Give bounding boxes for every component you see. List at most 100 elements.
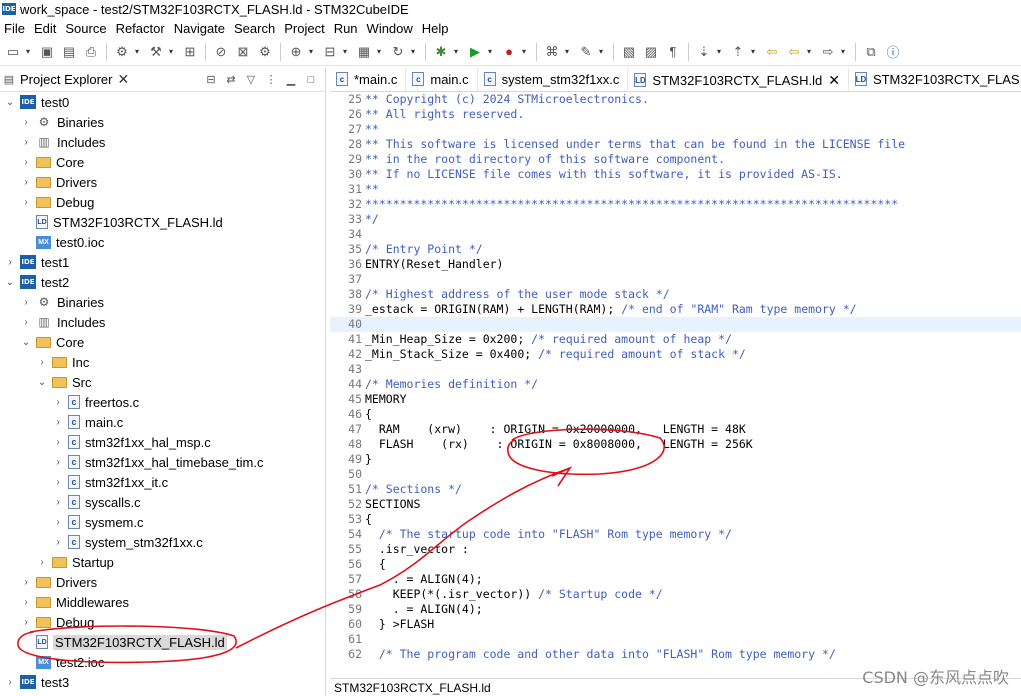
settings-icon[interactable]: ⚙ <box>113 43 131 61</box>
chevron-down-icon[interactable]: ▾ <box>341 47 349 56</box>
minimize-icon[interactable]: ▁ <box>283 72 299 88</box>
chevron-right-icon[interactable]: › <box>20 157 32 168</box>
chevron-right-icon[interactable]: › <box>20 617 32 628</box>
open-perspective-icon[interactable]: ⧉ <box>862 43 880 61</box>
chevron-down-icon[interactable]: ▾ <box>715 47 723 56</box>
pilcrow-icon[interactable]: ¶ <box>664 43 682 61</box>
chevron-down-icon[interactable]: ⌄ <box>4 97 16 108</box>
tree-item[interactable]: › c stm32f1xx_hal_timebase_tim.c <box>0 452 326 472</box>
toggle-mark-icon[interactable]: ▧ <box>620 43 638 61</box>
tree-item[interactable]: ⌄ IDE test2 <box>0 272 326 292</box>
chevron-right-icon[interactable]: › <box>20 177 32 188</box>
menu-edit[interactable]: Edit <box>30 21 61 36</box>
tab-project-explorer[interactable]: ▤ Project Explorer ✕ <box>0 68 135 92</box>
chevron-down-icon[interactable]: ▾ <box>452 47 460 56</box>
menu-refactor[interactable]: Refactor <box>112 21 170 36</box>
code-view[interactable]: 25 ** Copyright (c) 2024 STMicroelectroni… <box>330 92 1021 678</box>
chevron-down-icon[interactable]: ▾ <box>24 47 32 56</box>
link-editor-icon[interactable]: ⇄ <box>223 72 239 88</box>
chevron-right-icon[interactable]: › <box>52 417 64 428</box>
chevron-down-icon[interactable]: ▾ <box>375 47 383 56</box>
chevron-right-icon[interactable]: › <box>20 317 32 328</box>
chevron-right-icon[interactable]: › <box>20 137 32 148</box>
block-icon[interactable]: ▨ <box>642 43 660 61</box>
chevron-down-icon[interactable]: ▾ <box>563 47 571 56</box>
tree-item[interactable]: LD STM32F103RCTX_FLASH.ld <box>0 632 326 652</box>
chevron-right-icon[interactable]: › <box>52 517 64 528</box>
tree-item[interactable]: LD STM32F103RCTX_FLASH.ld <box>0 212 326 232</box>
close-icon[interactable]: ✕ <box>117 71 129 88</box>
menu-window[interactable]: Window <box>363 21 418 36</box>
tree-item[interactable]: › c syscalls.c <box>0 492 326 512</box>
tree-item[interactable]: › IDE test3 <box>0 672 326 692</box>
chip-icon[interactable]: ⊠ <box>234 43 252 61</box>
tab-editor[interactable]: c main.c <box>406 68 478 91</box>
menu-source[interactable]: Source <box>61 21 111 36</box>
run-icon[interactable]: ▶ <box>466 43 484 61</box>
chevron-right-icon[interactable]: › <box>4 677 16 688</box>
view-menu-icon[interactable]: ⋮ <box>263 72 279 88</box>
tab-editor[interactable]: LD STM32F103RCTX_FLASH.ld ✕ <box>628 68 849 91</box>
tree-item[interactable]: › c sysmem.c <box>0 512 326 532</box>
tree-item[interactable]: › Debug <box>0 192 326 212</box>
tool-icon[interactable]: ⊘ <box>212 43 230 61</box>
chevron-right-icon[interactable]: › <box>52 397 64 408</box>
build-hammer-icon[interactable]: ⚒ <box>147 43 165 61</box>
gear-icon[interactable]: ⚙ <box>256 43 274 61</box>
chevron-down-icon[interactable]: ▾ <box>307 47 315 56</box>
info-icon[interactable]: ⓘ <box>884 43 902 61</box>
tree-item[interactable]: ⌄ IDE test0 <box>0 92 326 112</box>
chevron-right-icon[interactable]: › <box>52 437 64 448</box>
tree-item[interactable]: › c stm32f1xx_hal_msp.c <box>0 432 326 452</box>
new-icon[interactable]: ▭ <box>4 43 22 61</box>
tree-item[interactable]: › Core <box>0 152 326 172</box>
debug-bug-icon[interactable]: ✱ <box>432 43 450 61</box>
chevron-right-icon[interactable]: › <box>4 257 16 268</box>
open-type-icon[interactable]: ⌘ <box>543 43 561 61</box>
binary-icon[interactable]: ⊞ <box>181 43 199 61</box>
maximize-icon[interactable]: □ <box>303 72 319 88</box>
next-annotation-icon[interactable]: ⇣ <box>695 43 713 61</box>
menu-navigate[interactable]: Navigate <box>170 21 230 36</box>
refresh-icon[interactable]: ↻ <box>389 43 407 61</box>
external-tools-icon[interactable]: ● <box>500 43 518 61</box>
tree-item[interactable]: › Debug <box>0 612 326 632</box>
tree-item[interactable]: › c system_stm32f1xx.c <box>0 532 326 552</box>
chevron-down-icon[interactable]: ▾ <box>133 47 141 56</box>
print-icon[interactable]: ⎙ <box>82 43 100 61</box>
tree-item[interactable]: › c stm32f1xx_it.c <box>0 472 326 492</box>
tree-item[interactable]: › c freertos.c <box>0 392 326 412</box>
open-folder-icon[interactable]: ⊟ <box>321 43 339 61</box>
tree-item[interactable]: MX test2.ioc <box>0 652 326 672</box>
chevron-down-icon[interactable]: ▾ <box>749 47 757 56</box>
chevron-down-icon[interactable]: ▾ <box>520 47 528 56</box>
tree-item[interactable]: › ▥ Includes <box>0 312 326 332</box>
menu-run[interactable]: Run <box>330 21 363 36</box>
menu-file[interactable]: File <box>0 21 30 36</box>
tree-item[interactable]: › ⚙ Binaries <box>0 292 326 312</box>
chevron-down-icon[interactable]: ▾ <box>486 47 494 56</box>
tree-item[interactable]: › Startup <box>0 552 326 572</box>
menu-help[interactable]: Help <box>418 21 454 36</box>
save-icon[interactable]: ▣ <box>38 43 56 61</box>
tree-item[interactable]: MX test0.ioc <box>0 232 326 252</box>
tree-item[interactable]: › IDE test1 <box>0 252 326 272</box>
chevron-down-icon[interactable]: ▾ <box>409 47 417 56</box>
menu-project[interactable]: Project <box>280 21 329 36</box>
chevron-down-icon[interactable]: ▾ <box>167 47 175 56</box>
chevron-right-icon[interactable]: › <box>20 297 32 308</box>
chevron-down-icon[interactable]: ▾ <box>839 47 847 56</box>
chevron-right-icon[interactable]: › <box>20 117 32 128</box>
close-icon[interactable]: ✕ <box>828 72 840 89</box>
prev-annotation-icon[interactable]: ⇡ <box>729 43 747 61</box>
tree-item[interactable]: › ▥ Includes <box>0 132 326 152</box>
tree-item[interactable]: ⌄ Core <box>0 332 326 352</box>
filter-icon[interactable]: ▽ <box>243 72 259 88</box>
chevron-right-icon[interactable]: › <box>52 477 64 488</box>
tab-editor[interactable]: LD STM32F103RCTX_FLAS <box>849 68 1021 91</box>
chevron-down-icon[interactable]: ▾ <box>805 47 813 56</box>
tree-item[interactable]: › Inc <box>0 352 326 372</box>
chevron-down-icon[interactable]: ▾ <box>597 47 605 56</box>
tree-item[interactable]: › Middlewares <box>0 592 326 612</box>
tree-item[interactable]: › Drivers <box>0 572 326 592</box>
